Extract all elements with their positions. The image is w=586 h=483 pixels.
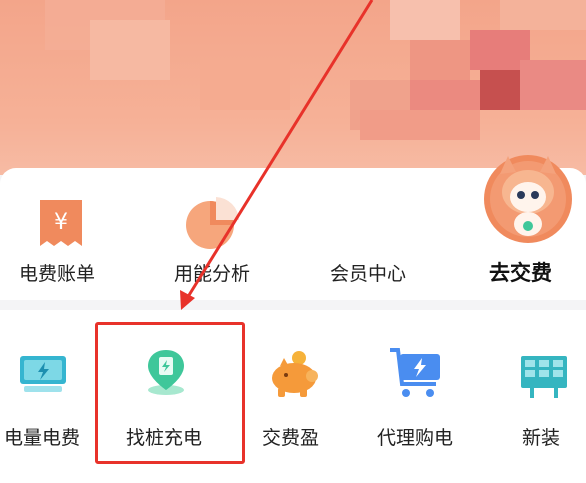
bill-yen-icon: ¥ xyxy=(40,200,82,246)
service-jiaofeiying-label: 交费盈 xyxy=(262,427,320,449)
service-energy-analysis-label: 用能分析 xyxy=(174,263,251,285)
pie-chart-icon xyxy=(186,197,239,249)
blurred-banner xyxy=(0,0,586,175)
svg-text:¥: ¥ xyxy=(54,210,68,235)
battery-bolt-icon xyxy=(20,356,66,392)
service-member-center-label: 会员中心 xyxy=(330,263,407,285)
service-new-install-label: 新装 xyxy=(522,427,561,449)
service-power-bill-label: 电量电费 xyxy=(4,427,81,449)
service-agent-purchase-label: 代理购电 xyxy=(377,427,454,449)
mascot-avatar xyxy=(484,155,572,243)
cart-bolt-icon xyxy=(390,348,440,397)
service-bill-label: 电费账单 xyxy=(19,263,96,285)
solar-panel-icon xyxy=(521,356,567,398)
pay-button-label: 去交费 xyxy=(489,261,552,285)
highlight-box xyxy=(95,322,245,464)
piggy-bank-icon xyxy=(272,351,318,397)
